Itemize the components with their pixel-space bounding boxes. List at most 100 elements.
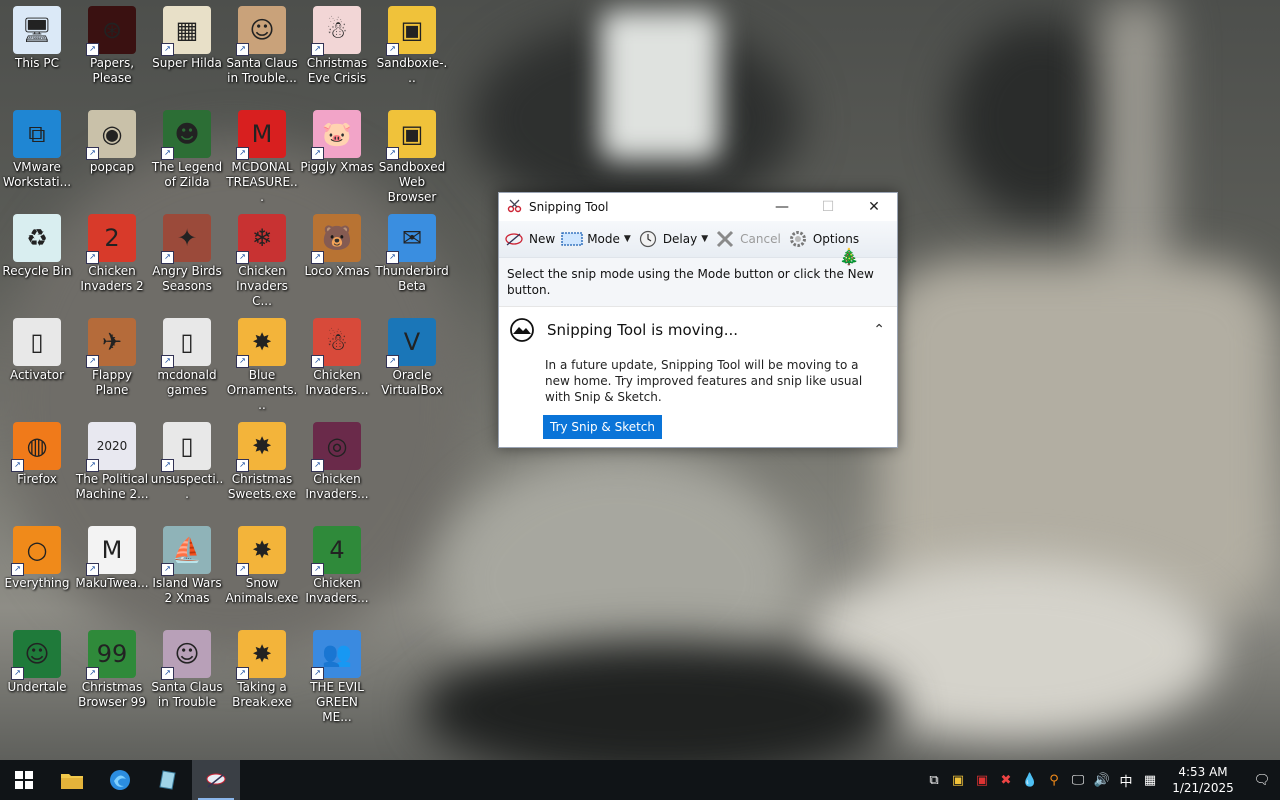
app-icon: ▯ (13, 318, 61, 366)
desktop-icon[interactable]: ✸ ↗ Christmas Sweets.exe (225, 416, 299, 502)
desktop-icon[interactable]: ▣ ↗ Sandboxed Web Browser (375, 104, 449, 205)
ime-mode-icon[interactable]: ▦ (1138, 773, 1162, 788)
app-icon: ✉ ↗ (386, 214, 436, 264)
desktop-icon[interactable]: ✈ ↗ Flappy Plane (75, 312, 149, 398)
desktop-icon[interactable]: 2020 ↗ The Political Machine 2... (75, 416, 149, 502)
mode-dropdown-icon[interactable]: ▼ (624, 234, 631, 244)
snipping-tool-taskbar-button[interactable] (192, 760, 240, 800)
new-button[interactable]: New (503, 228, 555, 250)
shortcut-arrow-icon: ↗ (86, 43, 99, 56)
desktop-icon[interactable]: ✸ ↗ Taking a Break.exe (225, 624, 299, 710)
volume-icon[interactable]: 🔊 (1090, 773, 1114, 788)
desktop-icon[interactable]: ⊛ ↗ Papers, Please (75, 0, 149, 86)
close-button[interactable]: ✕ (851, 193, 897, 221)
delay-dropdown-icon[interactable]: ▼ (701, 234, 708, 244)
desktop-icon[interactable]: ❄ ↗ Chicken Invaders C... (225, 208, 299, 309)
desktop-icon[interactable]: 🐻 ↗ Loco Xmas (300, 208, 374, 279)
desktop-icon[interactable]: 👥 ↗ THE EVIL GREEN ME... (300, 624, 374, 725)
shortcut-arrow-icon: ↗ (161, 147, 174, 160)
monitor-tray-icon[interactable]: 🖵 (1066, 773, 1090, 788)
network-tray-icon[interactable]: ✖ (994, 773, 1018, 788)
desktop-icon[interactable]: ◎ ↗ Chicken Invaders... (300, 416, 374, 502)
app-icon: ◍ ↗ (11, 422, 61, 472)
file-explorer-taskbar-button[interactable] (48, 760, 96, 800)
desktop-icon-label: mcdonald games (157, 368, 217, 397)
desktop-icon[interactable]: ☻ ↗ The Legend of Zilda (150, 104, 224, 190)
shortcut-arrow-icon: ↗ (236, 43, 249, 56)
desktop-icon-label: Santa Claus in Trouble... (226, 56, 298, 85)
desktop-icon[interactable]: ✦ ↗ Angry Birds Seasons (150, 208, 224, 294)
edge-icon (110, 770, 130, 790)
shortcut-arrow-icon: ↗ (311, 667, 324, 680)
desktop-icon[interactable]: M ↗ MCDONAL TREASURE... (225, 104, 299, 205)
sandboxie-tray-icon[interactable]: ▣ (946, 773, 970, 788)
desktop-icon[interactable]: ▦ ↗ Super Hilda (150, 0, 224, 71)
app-icon: ◉ ↗ (86, 110, 136, 160)
desktop-icon[interactable]: ✸ ↗ Snow Animals.exe (225, 520, 299, 606)
desktop-icon-label: Loco Xmas (304, 264, 370, 278)
ime-indicator[interactable]: 中 (1114, 771, 1138, 790)
desktop-icon[interactable]: M ↗ MakuTwea... (75, 520, 149, 591)
desktop-icon[interactable]: ⛵ ↗ Island Wars 2 Xmas (150, 520, 224, 606)
desktop-icon[interactable]: ◉ ↗ popcap (75, 104, 149, 175)
delay-button[interactable]: Delay (637, 228, 697, 250)
desktop-icon[interactable]: 🐷 ↗ Piggly Xmas (300, 104, 374, 175)
desktop-icon[interactable]: ♻ Recycle Bin (0, 208, 74, 279)
desktop-icon-label: Christmas Sweets.exe (227, 472, 297, 501)
app-icon: ✸ ↗ (236, 526, 286, 576)
new-label: New (529, 232, 556, 246)
desktop-icon-label: Taking a Break.exe (232, 680, 292, 709)
desktop-icon[interactable]: ☃ ↗ Christmas Eve Crisis (300, 0, 374, 86)
mode-button[interactable]: Mode (561, 228, 620, 250)
edge-taskbar-button[interactable] (96, 760, 144, 800)
desktop-icon[interactable]: ◍ ↗ Firefox (0, 416, 74, 487)
desktop-icon[interactable]: 2 ↗ Chicken Invaders 2 (75, 208, 149, 294)
desktop-icon-label: Recycle Bin (2, 264, 72, 278)
desktop-icon[interactable]: ○ ↗ Everything (0, 520, 74, 591)
desktop-icon[interactable]: ▯ Activator (0, 312, 74, 383)
app-icon: ⛵ ↗ (161, 526, 211, 576)
desktop-icon[interactable]: 🖥 This PC (0, 0, 74, 71)
desktop-icon[interactable]: ✉ ↗ Thunderbird Beta (375, 208, 449, 294)
title-bar[interactable]: Snipping Tool — ☐ ✕ (499, 193, 897, 221)
desktop-icon[interactable]: 4 ↗ Chicken Invaders... (300, 520, 374, 606)
moving-notice: Snipping Tool is moving... ⌃ In a future… (499, 306, 897, 439)
app-icon: ✦ ↗ (161, 214, 211, 264)
task-view-icon[interactable]: ⧉ (922, 773, 946, 788)
desktop-icon[interactable]: ☺ ↗ Santa Claus in Trouble... (225, 0, 299, 86)
app-taskbar-button[interactable] (144, 760, 192, 800)
desktop-icon[interactable]: V ↗ Oracle VirtualBox (375, 312, 449, 398)
everything-tray-icon[interactable]: ⚲ (1042, 773, 1066, 788)
cancel-button[interactable]: Cancel (714, 228, 781, 250)
snip-sketch-logo-icon (509, 317, 535, 343)
desktop-icon[interactable]: 99 ↗ Christmas Browser 99 (75, 624, 149, 710)
notification-icon[interactable]: 🗨 (1244, 773, 1280, 788)
desktop-icon[interactable]: ▯ ↗ mcdonald games (150, 312, 224, 398)
desktop-icon-label: THE EVIL GREEN ME... (310, 680, 364, 724)
app-icon: ▣ ↗ (386, 6, 436, 56)
clock[interactable]: 4:53 AM 1/21/2025 (1162, 764, 1244, 796)
shortcut-arrow-icon: ↗ (386, 147, 399, 160)
desktop-icon-label: Christmas Browser 99 (78, 680, 146, 709)
desktop-icon[interactable]: ☺ ↗ Santa Claus in Trouble (150, 624, 224, 710)
shortcut-arrow-icon: ↗ (161, 563, 174, 576)
app-icon: ◎ ↗ (311, 422, 361, 472)
collapse-chevron-icon[interactable]: ⌃ (873, 322, 885, 338)
try-snip-sketch-button[interactable]: Try Snip & Sketch (543, 415, 663, 439)
desktop-icon[interactable]: ☺ ↗ Undertale (0, 624, 74, 695)
desktop-icon[interactable]: ✸ ↗ Blue Ornaments... (225, 312, 299, 413)
shortcut-arrow-icon: ↗ (86, 147, 99, 160)
start-button[interactable] (0, 760, 48, 800)
app-icon: ▯ ↗ (161, 422, 211, 472)
app-icon: ✸ ↗ (236, 318, 286, 368)
app-tray-icon[interactable]: ▣ (970, 773, 994, 788)
desktop-icon[interactable]: ▣ ↗ Sandboxie-... (375, 0, 449, 86)
desktop-icon[interactable]: ⧉ VMware Workstati... (0, 104, 74, 190)
desktop-icon-label: Blue Ornaments... (226, 368, 298, 412)
cancel-label: Cancel (740, 232, 781, 246)
drop-tray-icon[interactable]: 💧 (1018, 773, 1042, 788)
desktop-icon[interactable]: ▯ ↗ unsuspecti... (150, 416, 224, 502)
minimize-button[interactable]: — (759, 193, 805, 221)
desktop-icon[interactable]: ☃ ↗ Chicken Invaders... (300, 312, 374, 398)
options-label: Options (812, 232, 860, 246)
